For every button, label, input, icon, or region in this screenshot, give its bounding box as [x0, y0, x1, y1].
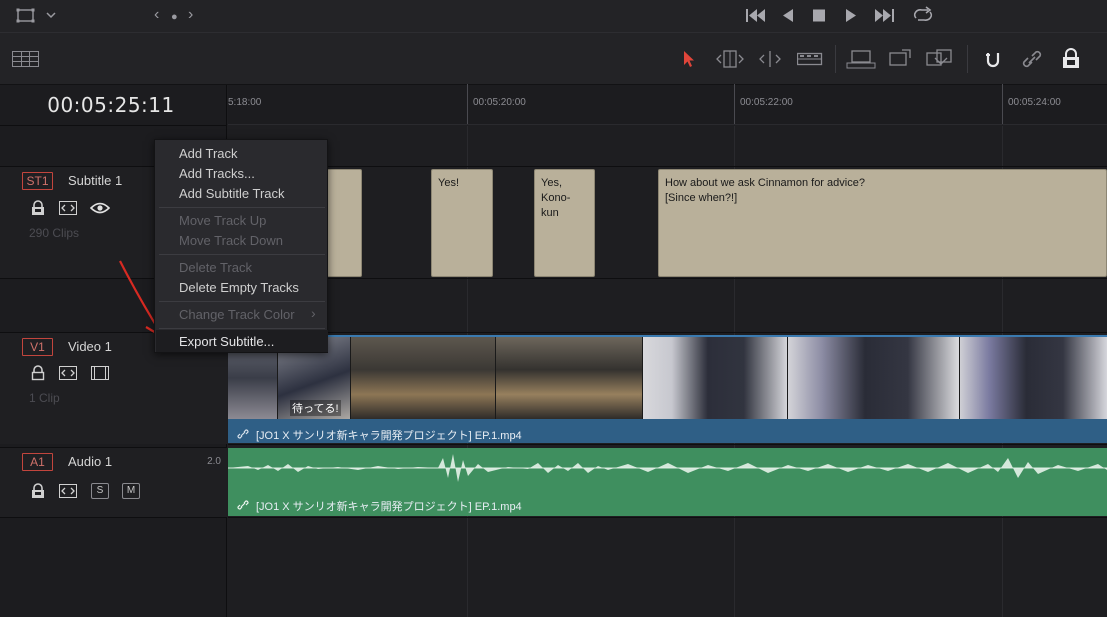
toolbar-separator [967, 45, 968, 73]
previous-frame-icon[interactable] [781, 8, 795, 23]
video-thumbnail [788, 337, 960, 419]
menu-separator [159, 301, 325, 302]
dynamic-trim-icon[interactable] [756, 50, 784, 68]
ruler-label: 00:05:22:00 [740, 97, 793, 108]
loop-icon[interactable] [911, 6, 935, 24]
trim-edit-icon[interactable] [715, 50, 745, 68]
menu-separator [159, 254, 325, 255]
lane-separator [228, 166, 1107, 167]
clip-count: 290 Clips [29, 226, 80, 240]
nav-prev-icon[interactable]: ‹ [154, 6, 159, 24]
video-clip[interactable]: 待ってる! [JO1 X サンリオ新キャラ開発プロジェクト] EP.1.mp4 [228, 335, 1107, 443]
linked-selection-icon[interactable] [1021, 49, 1043, 71]
mute-button[interactable]: M [122, 483, 140, 499]
video-thumbnail [496, 337, 643, 419]
menu-item-move-track-up: Move Track Up [179, 213, 267, 228]
track-name[interactable]: Audio 1 [68, 454, 112, 469]
lane-separator [228, 278, 1107, 279]
audio-clip[interactable]: [JO1 X サンリオ新キャラ開発プロジェクト] EP.1.mp4 [228, 448, 1107, 516]
track-header-audio[interactable]: A1 Audio 1 2.0 S M [0, 447, 227, 517]
menu-item-add-subtitle-track[interactable]: Add Subtitle Track [179, 186, 285, 201]
caption-overlay: 待ってる! [290, 400, 341, 416]
divider [0, 125, 227, 126]
ruler-label: 00:05:20:00 [473, 97, 526, 108]
video-clip-name: [JO1 X サンリオ新キャラ開発プロジェクト] EP.1.mp4 [256, 430, 522, 442]
ruler-tick [467, 84, 468, 124]
audio-waveform [228, 454, 1107, 482]
position-lock-icon[interactable] [1061, 48, 1081, 70]
nav-dot-icon: ● [171, 11, 178, 23]
go-to-end-icon[interactable] [873, 8, 895, 23]
audio-clip-name: [JO1 X サンリオ新キャラ開発プロジェクト] EP.1.mp4 [256, 501, 522, 513]
viewer-layout-icon[interactable] [16, 8, 36, 24]
lock-track-icon[interactable] [30, 365, 46, 381]
lock-track-icon[interactable] [30, 483, 46, 499]
ruler-label: 00:05:24:00 [1008, 97, 1061, 108]
lock-track-icon[interactable] [30, 200, 46, 216]
chevron-down-icon[interactable] [46, 11, 56, 19]
menu-item-add-track[interactable]: Add Track [179, 146, 238, 161]
submenu-arrow-icon: › [311, 305, 316, 321]
menu-item-delete-empty-tracks[interactable]: Delete Empty Tracks [179, 280, 299, 295]
link-icon [237, 500, 249, 510]
lane-separator [228, 517, 1107, 518]
auto-select-icon[interactable] [59, 201, 77, 215]
link-icon [237, 429, 249, 439]
track-id-badge[interactable]: ST1 [22, 172, 53, 190]
track-context-menu: Add Track Add Tracks... Add Subtitle Tra… [154, 139, 328, 353]
clip-count: 1 Clip [29, 391, 60, 405]
auto-select-icon[interactable] [59, 366, 77, 380]
lane-separator [228, 332, 1107, 333]
menu-item-change-track-color: Change Track Color [179, 307, 295, 322]
menu-separator [159, 207, 325, 208]
track-id-badge[interactable]: V1 [22, 338, 53, 356]
video-thumbnail [351, 337, 496, 419]
film-track-icon[interactable] [91, 366, 109, 380]
auto-select-icon[interactable] [59, 484, 77, 498]
ruler-tick [1002, 84, 1003, 124]
subtitle-clip[interactable]: Yes, Kono- kun [534, 169, 595, 277]
play-icon[interactable] [844, 8, 858, 23]
insert-clip-icon[interactable] [846, 49, 876, 69]
video-thumbnails: 待ってる! [228, 337, 1107, 419]
timecode-display: 00:05:25:11 [47, 93, 175, 117]
eye-visibility-icon[interactable] [90, 201, 110, 215]
track-name[interactable]: Subtitle 1 [68, 173, 122, 188]
menu-item-move-track-down: Move Track Down [179, 233, 284, 248]
solo-button[interactable]: S [91, 483, 109, 499]
snapping-icon[interactable] [982, 49, 1004, 71]
menu-item-delete-track: Delete Track [179, 260, 252, 275]
lane-separator [228, 444, 1107, 445]
menu-item-add-tracks[interactable]: Add Tracks... [179, 166, 255, 181]
subtitle-clip[interactable]: How about we ask Cinnamon for advice? [S… [658, 169, 1107, 277]
menu-item-export-subtitle[interactable]: Export Subtitle... [179, 334, 274, 349]
divider [0, 517, 227, 518]
toolbar-separator [835, 45, 836, 73]
track-name[interactable]: Video 1 [68, 339, 112, 354]
video-thumbnail [643, 337, 788, 419]
top-bar: ‹ ● › [0, 0, 1107, 33]
stop-icon[interactable] [812, 8, 826, 23]
overwrite-clip-icon[interactable] [888, 49, 914, 69]
ruler-label: 5:18:00 [228, 97, 262, 108]
replace-clip-icon[interactable] [925, 49, 955, 69]
go-to-start-icon[interactable] [745, 8, 767, 23]
subtitle-clip[interactable]: Yes! [431, 169, 493, 277]
video-thumbnail [960, 337, 1107, 419]
timeline-ruler[interactable]: 5:18:00 00:05:20:00 00:05:22:00 00:05:24… [228, 84, 1107, 125]
ruler-tick [734, 84, 735, 124]
timeline-view-options-icon[interactable] [12, 51, 39, 67]
selection-cursor-icon[interactable] [682, 50, 696, 68]
nav-next-icon[interactable]: › [188, 6, 193, 24]
track-id-badge[interactable]: A1 [22, 453, 53, 471]
menu-separator [159, 328, 325, 329]
edit-toolbar [0, 33, 1107, 85]
timeline-lanes[interactable]: Yes! Yes, Kono- kun How about we ask Cin… [228, 126, 1107, 617]
blade-edit-icon[interactable] [797, 51, 823, 67]
audio-channels-label: 2.0 [207, 456, 221, 467]
